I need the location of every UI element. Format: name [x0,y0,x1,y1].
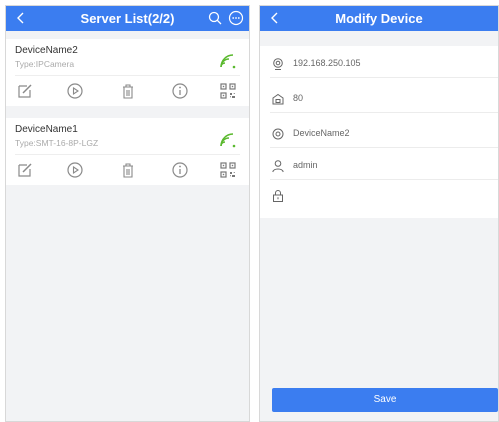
field-divider [270,147,498,148]
ip-address-field[interactable]: 192.168.250.105 [260,50,498,78]
field-divider [270,179,498,180]
device-icon [272,128,284,140]
play-icon[interactable] [66,161,84,179]
card-divider [15,154,240,155]
device-name-value: DeviceName2 [293,128,350,138]
ip-address-value: 192.168.250.105 [293,58,361,68]
field-divider [270,77,498,78]
device-name-field[interactable]: DeviceName2 [260,120,498,148]
search-icon[interactable] [207,10,223,26]
info-icon[interactable] [171,161,189,179]
signal-icon [220,54,236,69]
save-button[interactable]: Save [272,388,498,412]
port-value: 80 [293,93,304,103]
username-field[interactable]: admin [260,152,498,180]
server-list-header: Server List(2/2) [6,6,249,31]
globe-icon [273,58,283,70]
port-icon [272,93,284,105]
username-value: admin [293,160,318,170]
signal-icon [220,133,236,148]
qr-code-icon[interactable] [219,161,237,179]
device-name: DeviceName1 [15,124,78,135]
port-field[interactable]: 80 [260,85,498,113]
device-card[interactable]: DeviceName1 Type:SMT-16-8P-LGZ [6,118,249,185]
server-list-screen: Server List(2/2) DeviceName2 Type:IPCame… [5,5,250,422]
form-panel: 192.168.250.105 80 DeviceName2 admin [260,46,498,218]
user-icon [272,160,284,173]
lock-icon [273,190,283,202]
device-name: DeviceName2 [15,45,78,56]
more-options-icon[interactable] [228,10,244,26]
device-type: Type:SMT-16-8P-LGZ [15,138,99,148]
delete-icon[interactable] [119,82,137,100]
modify-device-screen: Modify Device 192.168.250.105 80 DeviceN… [259,5,499,422]
device-card[interactable]: DeviceName2 Type:IPCamera [6,39,249,106]
play-icon[interactable] [66,82,84,100]
edit-icon[interactable] [16,161,34,179]
device-type: Type:IPCamera [15,59,75,69]
delete-icon[interactable] [119,161,137,179]
card-divider [15,75,240,76]
qr-code-icon[interactable] [219,82,237,100]
modify-device-header: Modify Device [260,6,498,31]
info-icon[interactable] [171,82,189,100]
page-title: Modify Device [335,11,423,26]
field-divider [270,112,498,113]
edit-icon[interactable] [16,82,34,100]
password-field[interactable] [260,182,498,210]
